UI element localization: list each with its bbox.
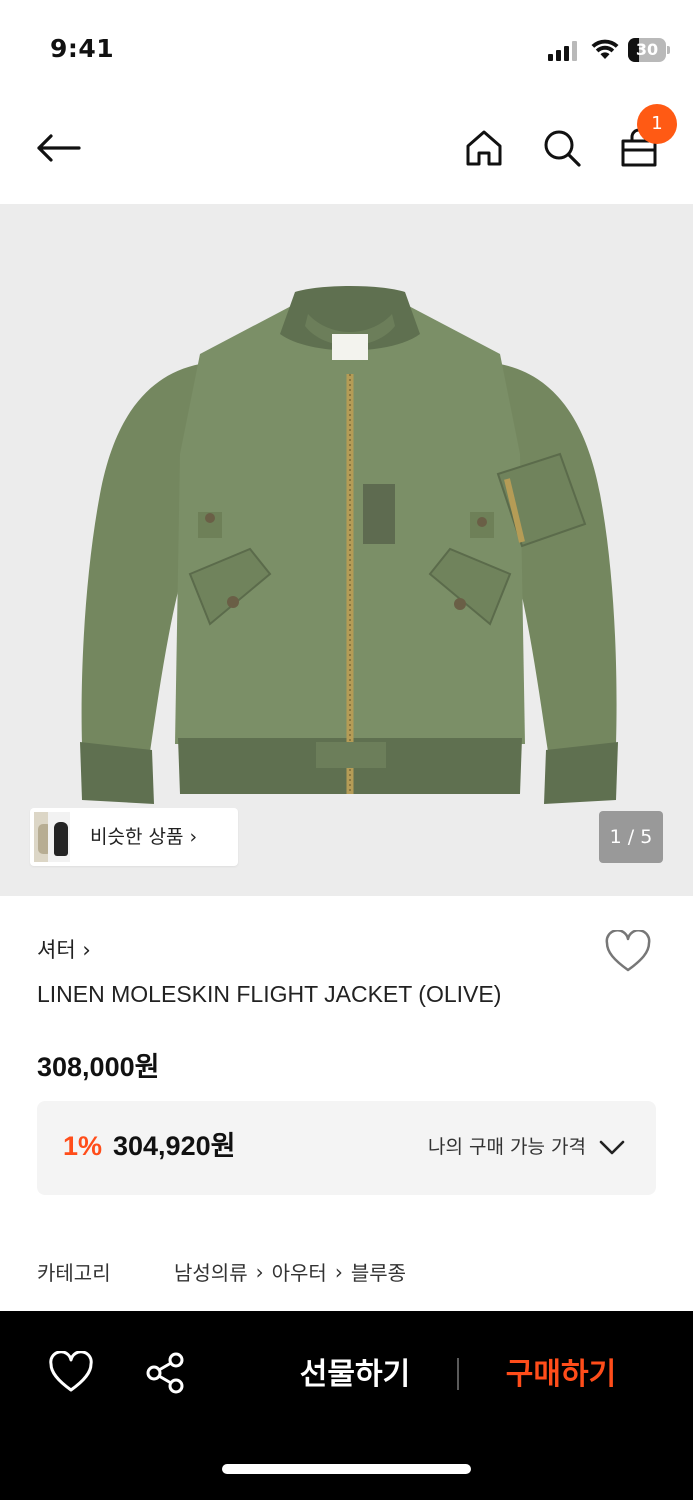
home-icon bbox=[466, 130, 502, 166]
status-time: 9:41 bbox=[50, 34, 115, 63]
product-image-carousel[interactable]: 비슷한 상품 › 1 / 5 bbox=[0, 204, 693, 896]
image-page-indicator: 1 / 5 bbox=[599, 811, 663, 863]
arrow-left-icon bbox=[37, 134, 81, 162]
home-indicator bbox=[222, 1464, 471, 1474]
share-button[interactable] bbox=[144, 1351, 188, 1395]
discount-rate: 1% bbox=[63, 1131, 103, 1161]
heart-icon bbox=[49, 1350, 93, 1392]
similar-products-button[interactable]: 비슷한 상품 › bbox=[30, 808, 238, 866]
brand-link[interactable]: 셔터 › bbox=[37, 934, 91, 964]
back-button[interactable] bbox=[30, 126, 86, 170]
wishlist-button[interactable] bbox=[604, 929, 656, 980]
product-price: 308,000원 bbox=[37, 1052, 160, 1082]
cellular-signal-icon bbox=[548, 41, 577, 61]
bottom-action-bar: 선물하기 구매하기 bbox=[0, 1311, 693, 1500]
my-price-value: 304,920원 bbox=[113, 1131, 236, 1161]
divider bbox=[457, 1358, 459, 1390]
my-price-label: 나의 구매 가능 가격 bbox=[428, 1136, 586, 1158]
search-button[interactable] bbox=[538, 124, 586, 172]
share-icon bbox=[146, 1352, 184, 1394]
chevron-right-icon: › bbox=[255, 1259, 264, 1284]
chevron-down-icon bbox=[599, 1140, 625, 1155]
heart-icon bbox=[605, 929, 651, 972]
like-button[interactable] bbox=[48, 1350, 94, 1395]
category-label: 카테고리 bbox=[37, 1261, 111, 1285]
gift-button[interactable]: 선물하기 bbox=[270, 1341, 440, 1409]
category-crumb-men[interactable]: 남성의류 bbox=[174, 1257, 248, 1286]
similar-products-label: 비슷한 상품 › bbox=[90, 826, 198, 848]
top-nav bbox=[0, 100, 693, 204]
my-price-dropdown[interactable]: 1% 304,920원 나의 구매 가능 가격 bbox=[37, 1101, 656, 1195]
category-crumb-outer[interactable]: 아우터 bbox=[272, 1257, 327, 1286]
similar-thumb bbox=[48, 812, 70, 862]
product-image bbox=[80, 286, 618, 804]
battery-icon: 30 bbox=[628, 38, 670, 62]
product-title: LINEN MOLESKIN FLIGHT JACKET (OLIVE) bbox=[37, 981, 502, 1007]
search-icon bbox=[544, 130, 581, 167]
chevron-right-icon: › bbox=[334, 1259, 343, 1284]
wifi-icon bbox=[591, 39, 619, 59]
status-bar: 9:41 30 bbox=[0, 0, 693, 100]
category-breadcrumb: 남성의류 › 아우터 › 블루종 bbox=[174, 1257, 406, 1286]
battery-percent: 30 bbox=[635, 40, 659, 59]
buy-button[interactable]: 구매하기 bbox=[476, 1341, 646, 1409]
home-button[interactable] bbox=[460, 124, 508, 172]
category-crumb-blouson[interactable]: 블루종 bbox=[351, 1257, 406, 1286]
cart-count-badge: 1 bbox=[637, 104, 677, 144]
